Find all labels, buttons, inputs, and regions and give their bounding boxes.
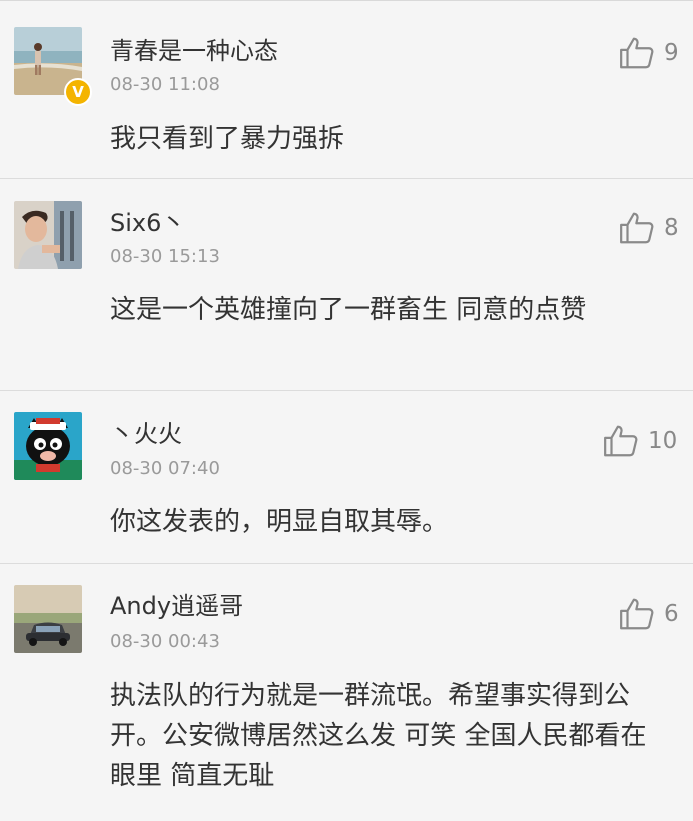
like-count: 9 bbox=[664, 40, 679, 66]
like-count: 8 bbox=[664, 215, 679, 241]
thumbs-up-icon bbox=[604, 425, 638, 457]
person-photo-avatar bbox=[14, 201, 82, 269]
like-button[interactable]: 10 bbox=[602, 421, 677, 461]
black-cat-cartoon-avatar bbox=[14, 412, 82, 480]
avatar[interactable] bbox=[14, 585, 82, 653]
car-photo-avatar bbox=[14, 585, 82, 653]
like-count: 6 bbox=[664, 601, 679, 627]
comment-text: 这是一个英雄撞向了一群畜生 同意的点赞 bbox=[110, 295, 587, 325]
comment-item: Andy逍遥哥 08-30 00:43 执法队的行为就是一群流氓。希望事实得到公… bbox=[0, 564, 693, 821]
comment-text: 执法队的行为就是一群流氓。希望事实得到公开。公安微博居然这么发 可笑 全国人民都… bbox=[110, 681, 647, 791]
timestamp: 08-30 07:40 bbox=[110, 458, 220, 479]
comment-item: Six6丶 08-30 15:13 这是一个英雄撞向了一群畜生 同意的点赞 8 bbox=[0, 179, 693, 391]
comment-text: 我只看到了暴力强拆 bbox=[110, 124, 345, 154]
comment-item: V 青春是一种心态 08-30 11:08 我只看到了暴力强拆 9 bbox=[0, 1, 693, 179]
avatar[interactable] bbox=[14, 412, 82, 480]
thumbs-up-icon bbox=[620, 37, 654, 69]
comment-text: 你这发表的，明显自取其辱。 bbox=[110, 507, 449, 537]
like-button[interactable]: 8 bbox=[618, 208, 679, 248]
thumbs-up-icon bbox=[620, 212, 654, 244]
username[interactable]: Six6丶 bbox=[110, 203, 185, 238]
like-button[interactable]: 6 bbox=[618, 594, 679, 634]
like-count: 10 bbox=[648, 428, 678, 454]
verified-badge: V bbox=[64, 78, 92, 106]
comment-list: V 青春是一种心态 08-30 11:08 我只看到了暴力强拆 9 Six6丶 bbox=[0, 0, 693, 820]
username[interactable]: Andy逍遥哥 bbox=[110, 586, 243, 621]
username[interactable]: 青春是一种心态 bbox=[110, 31, 278, 66]
timestamp: 08-30 11:08 bbox=[110, 74, 220, 95]
comment-item: 丶火火 08-30 07:40 你这发表的，明显自取其辱。 10 bbox=[0, 391, 693, 564]
like-button[interactable]: 9 bbox=[618, 33, 679, 73]
thumbs-up-icon bbox=[620, 598, 654, 630]
timestamp: 08-30 15:13 bbox=[110, 246, 220, 267]
username[interactable]: 丶火火 bbox=[110, 414, 182, 449]
avatar[interactable] bbox=[14, 201, 82, 269]
timestamp: 08-30 00:43 bbox=[110, 631, 220, 652]
